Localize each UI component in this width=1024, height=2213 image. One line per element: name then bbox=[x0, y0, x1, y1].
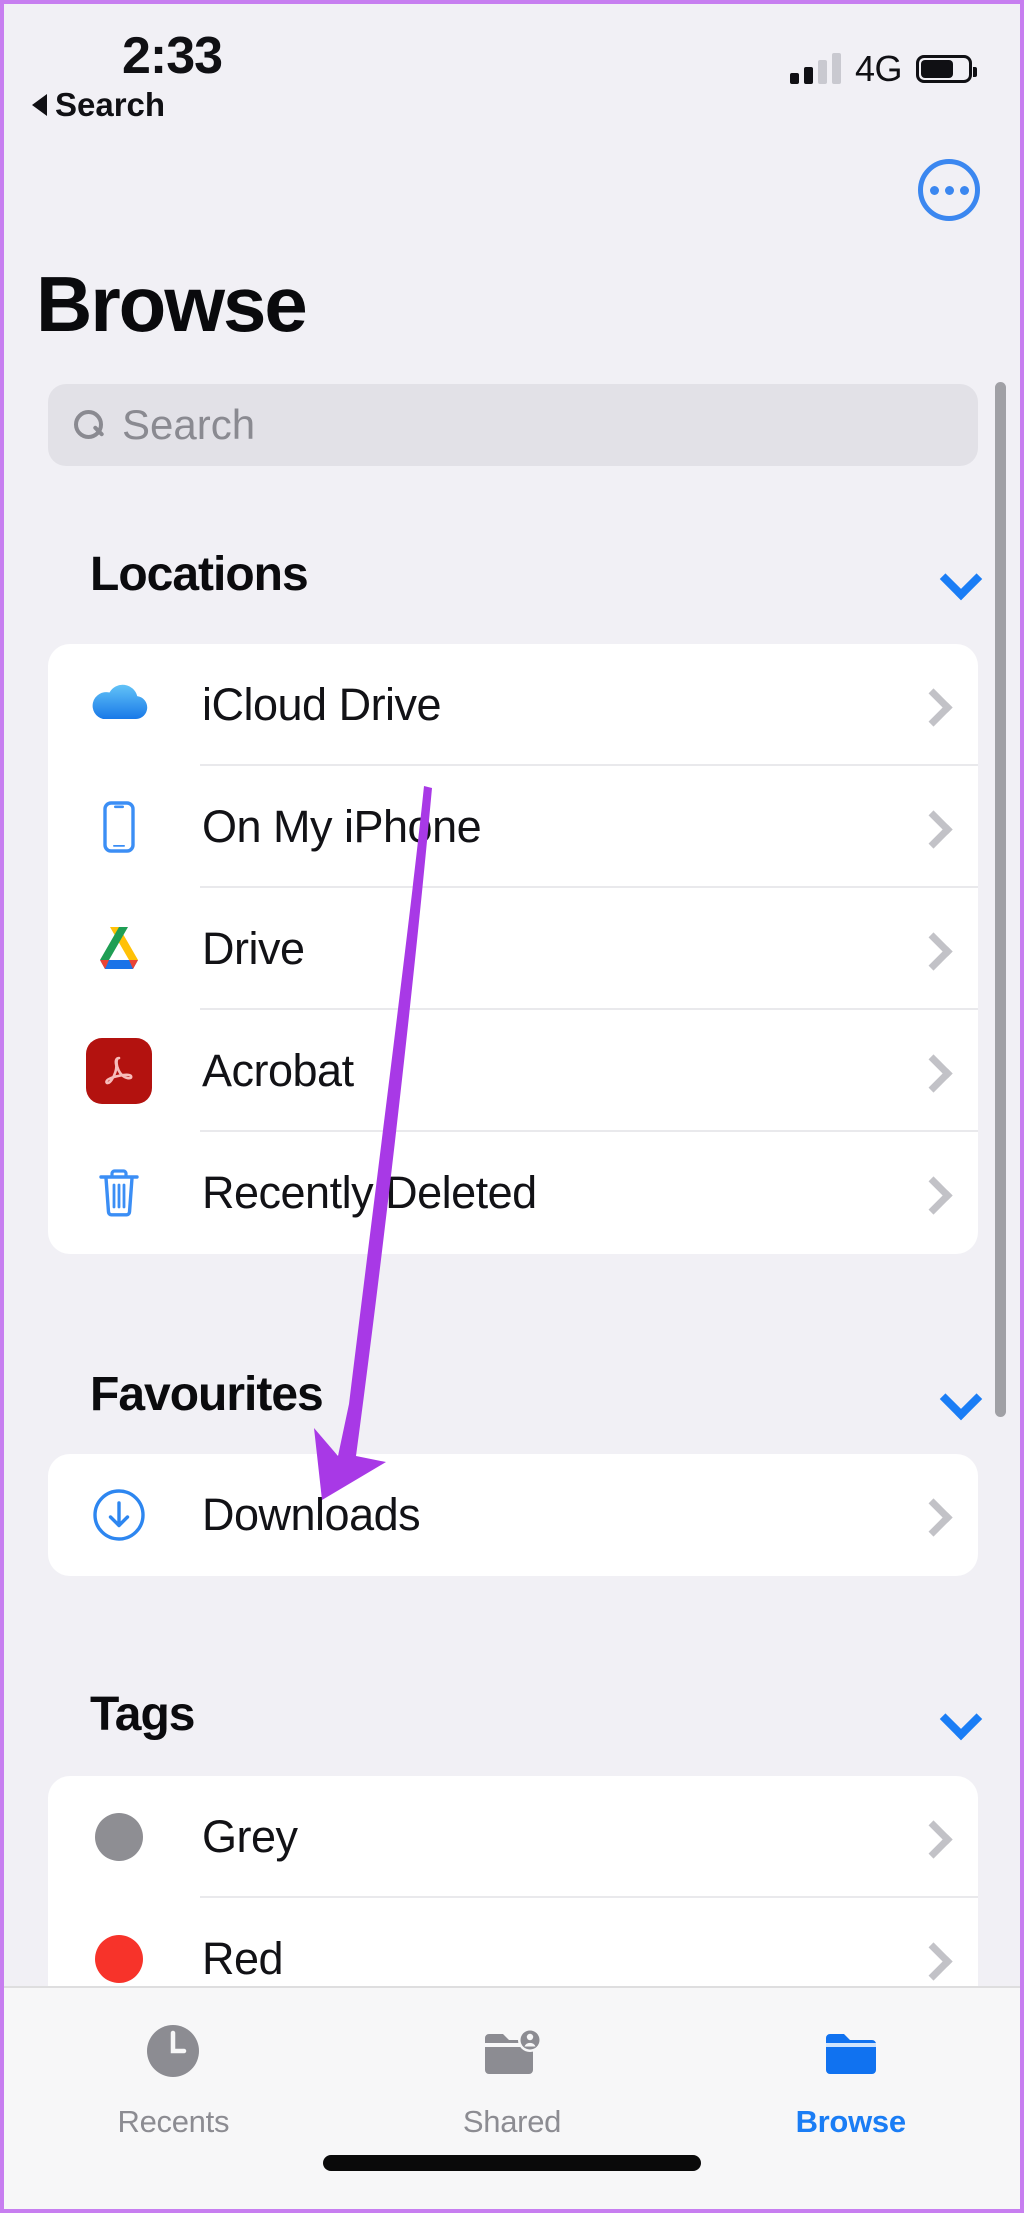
chevron-right-icon bbox=[918, 1946, 944, 1972]
page-title: Browse bbox=[36, 260, 308, 348]
locations-card: iCloud Drive On My iPhone Drive Acrobat … bbox=[48, 644, 978, 1254]
list-item-label: Grey bbox=[202, 1811, 298, 1862]
battery-icon bbox=[916, 55, 977, 83]
cellular-signal-icon bbox=[789, 53, 841, 84]
chevron-down-icon[interactable] bbox=[942, 1377, 976, 1411]
vertical-scrollbar[interactable] bbox=[995, 382, 1006, 1417]
triangle-left-icon bbox=[32, 94, 47, 116]
phone-screen: 2:33 4G Search Browse Search Locations i… bbox=[0, 0, 1024, 2213]
tab-shared[interactable]: Shared bbox=[343, 1988, 682, 2209]
list-item-on-my-iphone[interactable]: On My iPhone bbox=[48, 766, 978, 888]
folder-icon bbox=[825, 2034, 876, 2074]
download-circle-icon bbox=[78, 1482, 160, 1548]
section-header-favourites[interactable]: Favourites bbox=[4, 1359, 1020, 1429]
chevron-right-icon bbox=[918, 1058, 944, 1084]
status-bar-indicators: 4G bbox=[789, 48, 977, 90]
list-item-label: Acrobat bbox=[202, 1045, 354, 1096]
shared-folder-icon bbox=[485, 2028, 542, 2074]
list-item-acrobat[interactable]: Acrobat bbox=[48, 1010, 978, 1132]
chevron-right-icon bbox=[918, 1180, 944, 1206]
chevron-right-icon bbox=[918, 1824, 944, 1850]
tab-browse[interactable]: Browse bbox=[681, 1988, 1020, 2209]
list-item-icloud-drive[interactable]: iCloud Drive bbox=[48, 644, 978, 766]
list-item-label: On My iPhone bbox=[202, 801, 482, 852]
tab-label: Browse bbox=[795, 2104, 906, 2139]
trash-icon bbox=[78, 1160, 160, 1226]
search-placeholder: Search bbox=[122, 401, 256, 448]
section-header-locations[interactable]: Locations bbox=[4, 539, 1020, 609]
favourites-card: Downloads bbox=[48, 1454, 978, 1576]
adobe-acrobat-icon bbox=[78, 1038, 160, 1104]
ellipsis-dot bbox=[929, 185, 939, 195]
back-link-label: Search bbox=[55, 86, 166, 123]
clock-icon bbox=[147, 2025, 200, 2077]
chevron-right-icon bbox=[918, 1502, 944, 1528]
section-header-tags[interactable]: Tags bbox=[4, 1679, 1020, 1749]
list-item-label: Downloads bbox=[202, 1489, 421, 1540]
list-item-drive[interactable]: Drive bbox=[48, 888, 978, 1010]
tag-dot-red-icon bbox=[78, 1935, 160, 1983]
list-item-label: Drive bbox=[202, 923, 305, 974]
section-title: Tags bbox=[90, 1687, 195, 1741]
list-item-label: iCloud Drive bbox=[202, 679, 442, 730]
tab-label: Shared bbox=[462, 2104, 562, 2139]
tab-bar: Recents Shared Browse bbox=[4, 1986, 1020, 2209]
search-field[interactable]: Search bbox=[48, 384, 978, 466]
back-to-search-link[interactable]: Search bbox=[32, 86, 165, 124]
google-drive-icon bbox=[78, 916, 160, 982]
tab-label: Recents bbox=[117, 2104, 230, 2139]
section-title: Favourites bbox=[90, 1367, 324, 1421]
chevron-down-icon[interactable] bbox=[942, 1697, 976, 1731]
status-bar-time: 2:33 bbox=[122, 27, 223, 85]
chevron-right-icon bbox=[918, 936, 944, 962]
network-type-label: 4G bbox=[854, 48, 903, 89]
list-item-recently-deleted[interactable]: Recently Deleted bbox=[48, 1132, 978, 1254]
list-item-downloads[interactable]: Downloads bbox=[48, 1454, 978, 1576]
chevron-right-icon bbox=[918, 814, 944, 840]
ellipsis-dot bbox=[944, 185, 954, 195]
status-bar: 2:33 4G Search bbox=[4, 4, 1020, 124]
chevron-right-icon bbox=[918, 692, 944, 718]
list-item-label: Red bbox=[202, 1933, 284, 1984]
list-item-label: Recently Deleted bbox=[202, 1167, 537, 1218]
iphone-icon bbox=[78, 794, 160, 860]
icloud-drive-icon bbox=[78, 672, 160, 738]
list-item-tag-grey[interactable]: Grey bbox=[48, 1776, 978, 1898]
search-icon bbox=[74, 410, 104, 440]
tag-dot-grey-icon bbox=[78, 1813, 160, 1861]
tab-recents[interactable]: Recents bbox=[4, 1988, 343, 2209]
more-options-button[interactable] bbox=[918, 159, 980, 221]
ellipsis-dot bbox=[959, 185, 969, 195]
home-indicator[interactable] bbox=[323, 2155, 701, 2171]
chevron-down-icon[interactable] bbox=[942, 557, 976, 591]
section-title: Locations bbox=[90, 547, 309, 601]
